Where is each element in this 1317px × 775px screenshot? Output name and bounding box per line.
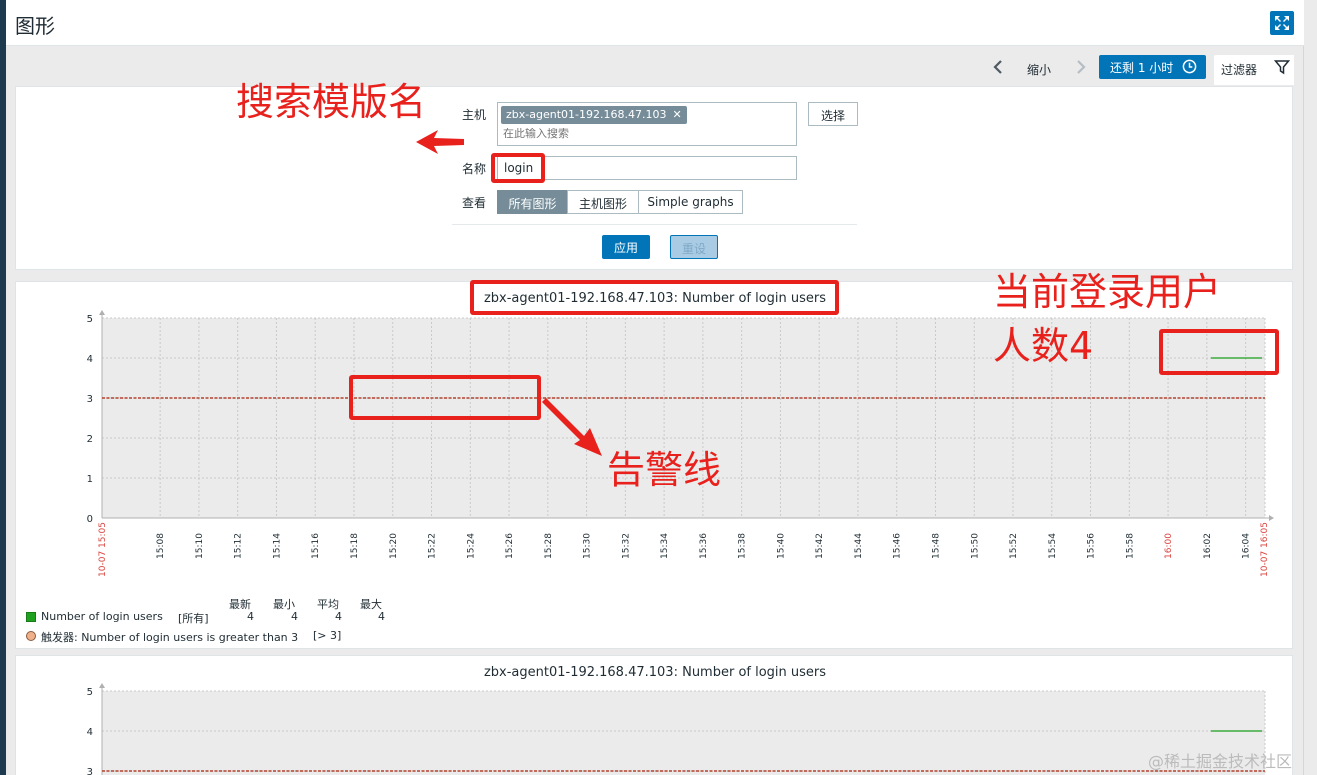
view-all-graphs-option[interactable]: 所有图形 [497, 190, 568, 214]
y-tick-label: 5 [87, 687, 93, 698]
y-tick-label: 2 [87, 434, 93, 445]
x-tick-label: 15:48 [931, 533, 941, 559]
x-tick-label: 15:16 [311, 533, 321, 559]
x-tick-label: 15:20 [389, 533, 399, 559]
time-period-button[interactable]: 还剩 1 小时 [1099, 55, 1206, 79]
plot-area [102, 691, 1265, 775]
reset-button[interactable]: 重设 [670, 235, 718, 259]
y-tick-label: 0 [87, 514, 93, 525]
x-tick-label: 15:18 [350, 533, 360, 559]
legend-series-swatch [26, 612, 36, 622]
graph-panel-2: zbx-agent01-192.168.47.103: Number of lo… [15, 655, 1293, 775]
x-tick-label: 16:02 [1203, 533, 1213, 559]
x-tick-label: 16:00 [1164, 533, 1174, 559]
annotation-arrow-down-right-icon [542, 398, 602, 456]
legend-trigger-text: 触发器: Number of login users is greater th… [41, 631, 299, 644]
zoom-out-button[interactable]: 缩小 [1027, 61, 1051, 78]
y-tick-label: 3 [87, 394, 93, 405]
chevron-left-icon[interactable] [991, 59, 1005, 75]
apply-button[interactable]: 应用 [602, 235, 650, 259]
annotation-title-box [470, 280, 839, 315]
clock-icon [1182, 59, 1197, 74]
y-tick-label: 4 [87, 727, 93, 738]
x-tick-label: 15:44 [854, 533, 864, 559]
y-tick-label: 1 [87, 474, 93, 485]
annotation-current-users-line2: 人数4 [993, 324, 1094, 368]
host-chip: zbx-agent01-192.168.47.103 ✕ [501, 106, 687, 124]
x-tick-label: 15:22 [428, 533, 438, 559]
legend-value-max: 4 [378, 610, 385, 623]
filter-funnel-icon [1274, 60, 1290, 75]
time-selector-bar: 缩小 还剩 1 小时 过滤器 [6, 47, 1304, 85]
select-host-button[interactable]: 选择 [808, 102, 858, 126]
host-chip-label: zbx-agent01-192.168.47.103 [506, 108, 667, 121]
view-label: 查看 [462, 196, 487, 210]
page-title: 图形 [15, 14, 55, 38]
page: 图形 缩小 还剩 1 小时 过滤器 主机 zbx-agent01-192.168… [6, 0, 1304, 775]
x-tick-label: 16:04 [1242, 533, 1252, 559]
legend-value-min: 4 [291, 610, 298, 623]
name-label: 名称 [462, 162, 487, 176]
x-tick-label: 15:08 [156, 533, 166, 559]
x-tick-label: 15:14 [272, 533, 282, 559]
host-search-input[interactable] [503, 128, 783, 140]
y-tick-label: 3 [87, 767, 93, 775]
y-tick-label: 4 [87, 354, 93, 365]
x-tick-label: 15:46 [893, 533, 903, 559]
legend-series-name: Number of login users [41, 610, 163, 623]
x-tick-label: 15:54 [1048, 533, 1058, 559]
graph-2-plot: 3 4 5 [87, 683, 1266, 775]
x-tick-label: 15:52 [1009, 533, 1019, 559]
annotation-alarm-line: 告警线 [607, 448, 722, 492]
x-start-label: 10-07 15:05 [98, 522, 108, 577]
x-axis-arrow [1269, 515, 1274, 521]
filter-tab-label: 过滤器 [1221, 63, 1258, 77]
view-simple-graphs-option[interactable]: Simple graphs [638, 190, 743, 214]
annotation-search-template: 搜索模版名 [236, 80, 427, 124]
legend-value-last: 4 [247, 610, 254, 623]
filter-form: 主机 zbx-agent01-192.168.47.103✕ 选择 名称 log… [15, 86, 1293, 270]
annotation-name-box [491, 153, 545, 183]
legend-trigger-condition: [> 3] [313, 629, 342, 642]
y-axis-arrow [99, 310, 105, 315]
x-tick-label: 15:40 [776, 533, 786, 559]
watermark: @稀土掘金技术社区 [1148, 752, 1293, 771]
x-tick-label: 15:34 [660, 533, 670, 559]
remove-chip-icon[interactable]: ✕ [672, 108, 681, 121]
legend-trigger-swatch [26, 631, 36, 641]
annotation-value-box [1159, 329, 1279, 375]
x-tick-label: 15:42 [815, 533, 825, 559]
x-tick-label: 15:26 [505, 533, 515, 559]
fullscreen-icon [1275, 16, 1289, 30]
page-header: 图形 [6, 0, 1304, 46]
x-tick-label: 15:58 [1125, 533, 1135, 559]
time-period-label: 还剩 1 小时 [1110, 61, 1174, 75]
x-tick-label: 15:38 [738, 533, 748, 559]
fullscreen-button[interactable] [1270, 11, 1294, 35]
x-tick-label: 15:56 [1087, 533, 1097, 559]
y-tick-label: 5 [87, 314, 93, 325]
x-tick-label: 15:36 [699, 533, 709, 559]
host-multiselect[interactable]: zbx-agent01-192.168.47.103 ✕ [497, 102, 797, 146]
x-tick-label: 15:28 [544, 533, 554, 559]
filter-tab[interactable]: 过滤器 [1214, 55, 1294, 85]
x-tick-label: 15:32 [621, 533, 631, 559]
x-tick-label: 15:12 [234, 533, 244, 559]
x-tick-label: 15:50 [970, 533, 980, 559]
view-host-graphs-option[interactable]: 主机图形 [567, 190, 639, 214]
x-end-label: 10-07 16:05 [1260, 522, 1270, 577]
chevron-right-icon[interactable] [1074, 59, 1088, 75]
legend-value-avg: 4 [335, 610, 342, 623]
form-divider [452, 224, 857, 225]
annotation-alarm-box [349, 375, 541, 420]
x-tick-label: 15:10 [195, 533, 205, 559]
x-tick-label: 15:24 [466, 533, 476, 559]
legend-series-func: [所有] [178, 612, 209, 625]
annotation-current-users-line1: 当前登录用户 [993, 270, 1222, 314]
x-tick-label: 15:30 [583, 533, 593, 559]
annotation-arrow-left-icon [416, 130, 464, 154]
y-axis-arrow [99, 683, 105, 688]
host-label: 主机 [462, 108, 487, 122]
